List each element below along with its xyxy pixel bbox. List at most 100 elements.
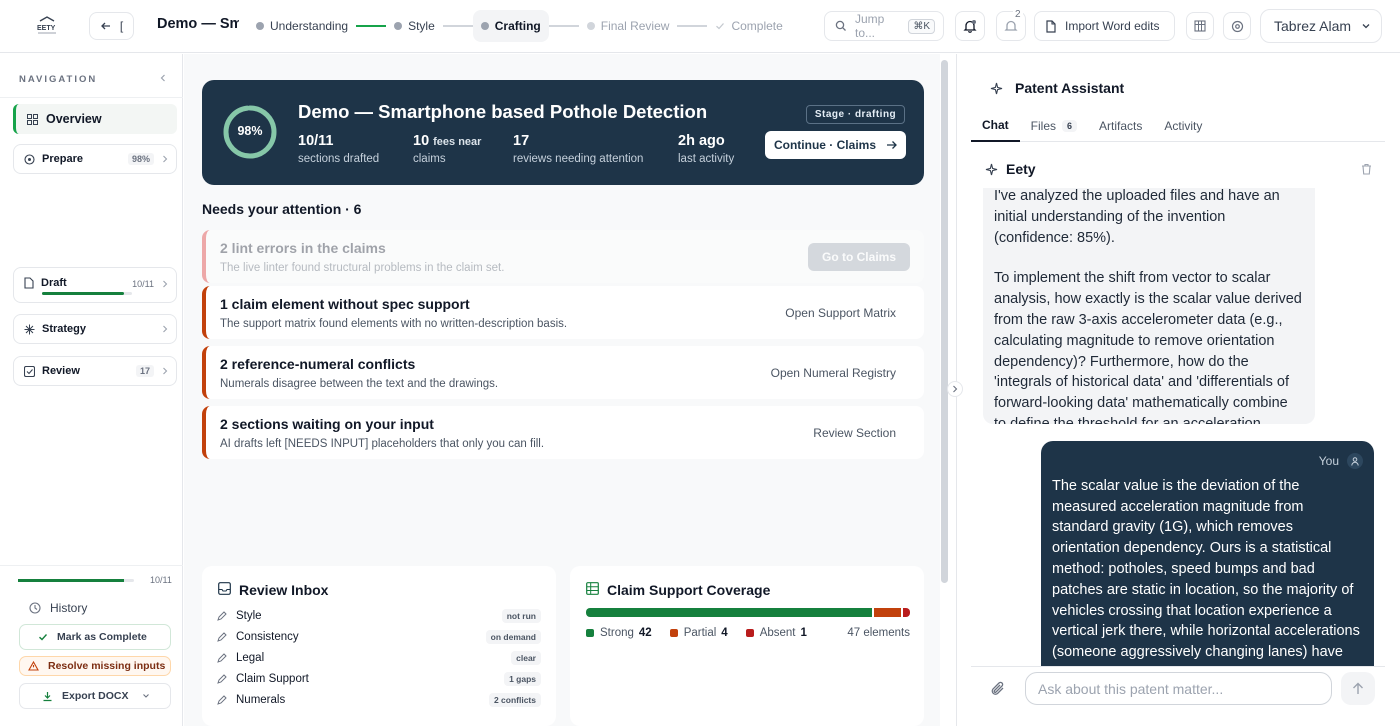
attention-item: 2 lint errors in the claims The live lin…: [202, 230, 924, 283]
app-logo[interactable]: EETY: [34, 14, 60, 36]
tab-activity[interactable]: Activity: [1153, 110, 1213, 142]
sidebar-item-draft[interactable]: Draft 10/11: [13, 267, 177, 303]
settings-button[interactable]: [1223, 12, 1251, 40]
bell-icon: [963, 19, 977, 33]
history-link[interactable]: History: [29, 601, 87, 615]
inbox-row-consistency[interactable]: Consistency on demand: [217, 627, 541, 647]
assistant-message: I've analyzed the uploaded files and hav…: [983, 188, 1315, 424]
open-numeral-registry-button[interactable]: Open Numeral Registry: [757, 359, 910, 387]
nav-divider: [0, 97, 183, 98]
inbox-row-numerals[interactable]: Numerals 2 conflicts: [217, 690, 541, 710]
sparkle-icon: [985, 163, 998, 176]
assistant-header: Patent Assistant: [990, 80, 1124, 96]
check-icon: [38, 632, 48, 642]
step-complete[interactable]: Complete: [707, 10, 790, 42]
sidebar-item-overview[interactable]: Overview: [13, 104, 177, 134]
step-crafting[interactable]: Crafting: [472, 10, 549, 42]
clear-chat-button[interactable]: [1361, 163, 1372, 175]
sidebar-item-strategy[interactable]: Strategy: [13, 314, 177, 344]
grid-icon: [27, 113, 38, 125]
coverage-bar: [586, 608, 910, 617]
step-connector: [356, 25, 387, 27]
pen-icon: [217, 695, 227, 705]
document-title: Demo — Smartphone based Pothole Detectio…: [157, 16, 239, 32]
chevron-right-icon: [162, 367, 168, 375]
overall-progress-bar: [18, 579, 134, 582]
step-connector: [677, 25, 708, 27]
stat-claims: 10 fees near claims: [413, 133, 482, 165]
arrow-right-icon: [886, 140, 897, 150]
sidebar-item-prepare[interactable]: Prepare 98%: [13, 144, 177, 174]
trash-icon: [1361, 163, 1372, 175]
chevron-right-icon: [162, 280, 168, 288]
back-button[interactable]: [: [89, 12, 134, 40]
tab-artifacts[interactable]: Artifacts: [1088, 110, 1153, 142]
review-icon: [24, 365, 35, 377]
matter-title: Demo — Smartphone based Pothole Detectio…: [298, 101, 708, 122]
pen-icon: [217, 653, 227, 663]
resolve-missing-inputs-button[interactable]: Resolve missing inputs: [19, 656, 171, 676]
tab-chat[interactable]: Chat: [971, 110, 1020, 142]
completion-percent: 98%: [237, 124, 263, 138]
coverage-legend: Strong 42 Partial 4 Absent 1 47 elements: [586, 627, 910, 639]
inbox-row-style[interactable]: Style not run: [217, 606, 541, 626]
notifications-button[interactable]: [955, 11, 985, 41]
sidebar-divider: [0, 565, 183, 566]
mark-complete-button[interactable]: Mark as Complete: [19, 624, 171, 650]
tab-files[interactable]: Files 6: [1020, 110, 1088, 142]
clock-icon: [29, 602, 41, 614]
layout-toggle-button[interactable]: [1186, 12, 1214, 40]
review-section-button[interactable]: Review Section: [799, 419, 910, 447]
jump-placeholder: Jump to...: [855, 12, 885, 40]
jump-to-search[interactable]: Jump to... ⌘K: [824, 11, 944, 41]
bell-outline-icon: [1004, 19, 1018, 33]
assistant-tabs: Chat Files 6 Artifacts Activity: [971, 110, 1385, 142]
open-support-matrix-button[interactable]: Open Support Matrix: [771, 299, 910, 327]
chevron-right-icon: [162, 325, 168, 333]
sidebar-item-review[interactable]: Review 17: [13, 356, 177, 386]
chat-input[interactable]: [1025, 672, 1332, 705]
navigation-label: NAVIGATION: [19, 74, 98, 85]
collapse-sidebar-button[interactable]: [158, 72, 168, 84]
go-to-claims-button[interactable]: Go to Claims: [807, 243, 910, 271]
toggle-assistant-button[interactable]: [947, 381, 963, 397]
review-inbox-panel: Review Inbox Style not run Consistency o…: [202, 566, 556, 726]
legend-swatch-absent: [745, 629, 754, 637]
table-icon: [586, 582, 599, 595]
svg-text:EETY: EETY: [37, 25, 56, 32]
coverage-title: Claim Support Coverage: [607, 582, 771, 598]
main-scrollbar[interactable]: [941, 60, 948, 583]
export-docx-button[interactable]: Export DOCX: [19, 683, 171, 709]
continue-claims-button[interactable]: Continue · Claims: [765, 131, 906, 159]
user-menu-button[interactable]: Tabrez Alam: [1260, 9, 1382, 43]
keyboard-shortcut: ⌘K: [908, 18, 935, 34]
send-button[interactable]: [1341, 672, 1375, 705]
notification-count-badge: 2: [1013, 9, 1023, 20]
chat-messages[interactable]: I've analyzed the uploaded files and hav…: [971, 188, 1385, 666]
arrow-up-icon: [1352, 682, 1364, 695]
step-dot-icon: [586, 22, 595, 30]
workflow-stepper: Understanding Style Crafting Final Revie…: [248, 9, 791, 43]
table-icon: [1194, 20, 1206, 32]
draft-count: 10/11: [132, 279, 154, 289]
attach-file-button[interactable]: [990, 680, 1006, 697]
step-style[interactable]: Style: [386, 10, 443, 42]
alerts-button[interactable]: 2: [996, 9, 1026, 41]
step-final-review[interactable]: Final Review: [579, 10, 678, 42]
step-dot-icon: [256, 22, 264, 30]
attention-item: 2 sections waiting on your input AI draf…: [202, 406, 924, 459]
inbox-row-claim-support[interactable]: Claim Support 1 gaps: [217, 669, 541, 689]
search-icon: [835, 20, 847, 32]
inbox-row-legal[interactable]: Legal clear: [217, 648, 541, 668]
document-icon: [24, 277, 34, 289]
chevron-right-icon: [162, 155, 168, 163]
prepare-percent: 98%: [127, 153, 154, 165]
stat-sections: 10/11 sections drafted: [298, 133, 380, 165]
step-understanding[interactable]: Understanding: [248, 10, 356, 42]
sparkle-icon: [990, 82, 1003, 95]
assistant-title: Patent Assistant: [1015, 80, 1125, 96]
user-label: You: [1318, 454, 1339, 468]
chat-thread-header: Eety: [985, 158, 1372, 180]
files-count-badge: 6: [1062, 120, 1078, 132]
import-word-edits-button[interactable]: Import Word edits: [1034, 11, 1175, 41]
